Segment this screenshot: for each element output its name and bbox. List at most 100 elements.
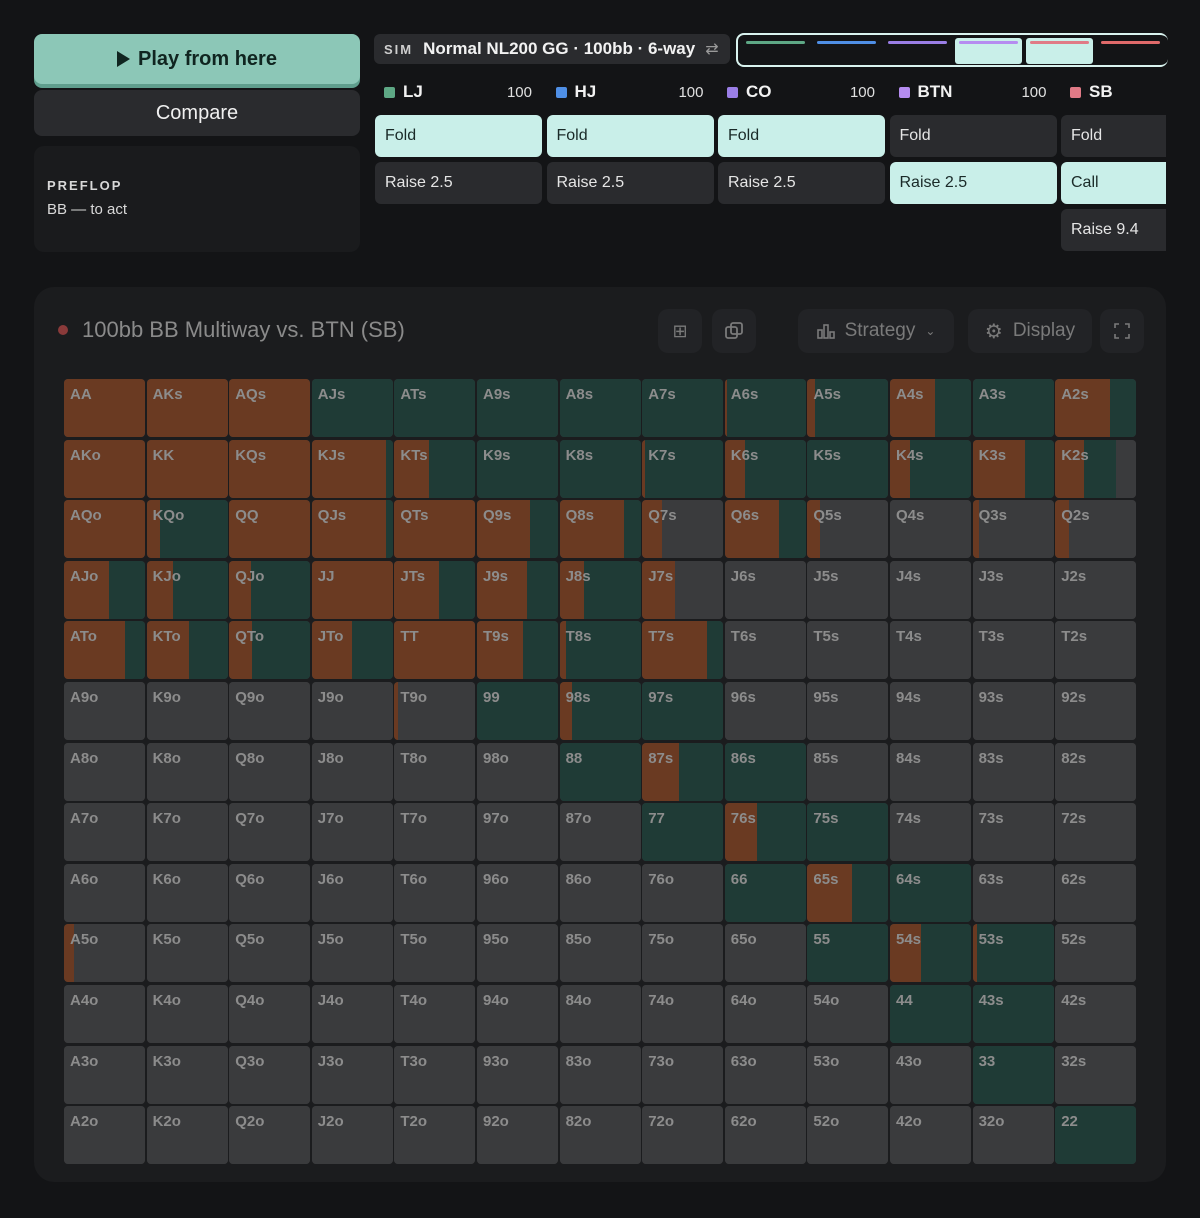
hand-cell[interactable]: 63s [972,863,1054,922]
hand-cell[interactable]: 76s [724,803,806,862]
hand-cell[interactable]: Q9s [477,500,558,559]
action-button[interactable]: Raise 2.5 [718,162,885,204]
copy-button[interactable] [712,309,756,353]
hand-cell[interactable]: 93s [972,682,1054,740]
hand-cell[interactable]: Q2o [229,1106,311,1165]
hand-cell[interactable]: 62s [1055,863,1137,922]
hand-cell[interactable]: T8o [394,742,476,801]
hand-cell[interactable]: AJo [64,560,145,619]
action-button[interactable]: Fold [375,115,542,157]
hand-cell[interactable]: J7o [311,803,393,862]
progress-segment[interactable] [742,38,809,64]
action-button[interactable]: Call [1061,162,1166,204]
hand-cell[interactable]: 85o [559,924,641,983]
action-button[interactable]: Fold [1061,115,1166,157]
hand-cell[interactable]: 94o [477,985,558,1043]
hand-cell[interactable]: 52s [1055,924,1137,983]
hand-cell[interactable]: 72s [1055,803,1137,862]
hand-cell[interactable]: 65o [724,924,806,983]
hand-cell[interactable]: 94s [890,682,971,740]
hand-cell[interactable]: 84s [890,742,971,801]
hand-cell[interactable]: Q6s [724,500,806,559]
hand-cell[interactable]: KK [146,439,228,498]
action-progress-bar[interactable] [736,33,1168,67]
hand-cell[interactable]: JTs [394,560,476,619]
action-button[interactable]: Fold [546,115,714,157]
hand-cell[interactable]: 92s [1055,682,1137,740]
hand-cell[interactable]: A3s [972,379,1054,437]
hand-cell[interactable]: J7s [642,560,724,619]
progress-segment[interactable] [884,38,951,64]
hand-cell[interactable]: 74s [890,803,971,862]
hand-cell[interactable]: T9s [477,621,558,680]
hand-cell[interactable]: Q3o [229,1045,311,1104]
hand-cell[interactable]: QQ [229,500,311,559]
hand-cell[interactable]: Q7o [229,803,311,862]
hand-cell[interactable]: 97o [477,803,558,862]
hand-cell[interactable]: A2s [1055,379,1137,437]
hand-cell[interactable]: J2o [311,1106,393,1165]
hand-cell[interactable]: 98o [477,742,558,801]
hand-cell[interactable]: 93o [477,1045,558,1104]
strategy-dropdown[interactable]: Strategy ⌄ [798,309,954,353]
hand-cell[interactable]: J8s [559,560,641,619]
action-button[interactable]: Raise 2.5 [889,162,1057,204]
hand-cell[interactable]: 99 [477,682,558,740]
hand-cell[interactable]: 83s [972,742,1054,801]
hand-cell[interactable]: J2s [1055,560,1137,619]
hand-cell[interactable]: 54s [890,924,971,983]
hand-cell[interactable]: K7o [146,803,228,862]
hand-cell[interactable]: 73o [642,1045,724,1104]
hand-cell[interactable]: 77 [642,803,724,862]
hand-cell[interactable]: J3s [972,560,1054,619]
hand-cell[interactable]: 64s [890,863,971,922]
hand-cell[interactable]: T6o [394,863,476,922]
hand-cell[interactable]: J5o [311,924,393,983]
progress-segment[interactable] [813,38,880,64]
hand-cell[interactable]: K8o [146,742,228,801]
hand-cell[interactable]: T2o [394,1106,476,1165]
hand-cell[interactable]: 64o [724,985,806,1043]
hand-cell[interactable]: 83o [559,1045,641,1104]
hand-cell[interactable]: AQo [64,500,145,559]
hand-cell[interactable]: KJs [311,439,393,498]
hand-cell[interactable]: J9o [311,682,393,740]
progress-segment[interactable] [955,38,1022,64]
hand-cell[interactable]: ATo [64,621,145,680]
hand-cell[interactable]: 72o [642,1106,724,1165]
hand-cell[interactable]: A8o [64,742,145,801]
hand-cell[interactable]: 97s [642,682,724,740]
hand-cell[interactable]: 98s [559,682,641,740]
hand-cell[interactable]: Q8o [229,742,311,801]
hand-cell[interactable]: 82s [1055,742,1137,801]
hand-cell[interactable]: KJo [146,560,228,619]
hand-cell[interactable]: K9o [146,682,228,740]
hand-cell[interactable]: 75o [642,924,724,983]
hand-cell[interactable]: A5o [64,924,145,983]
hand-cell[interactable]: K3s [972,439,1054,498]
hand-cell[interactable]: Q5o [229,924,311,983]
hand-cell[interactable]: T5s [807,621,889,680]
hand-cell[interactable]: AKs [146,379,228,437]
hand-cell[interactable]: 53s [972,924,1054,983]
hand-cell[interactable]: Q2s [1055,500,1137,559]
hand-cell[interactable]: J5s [807,560,889,619]
hand-cell[interactable]: A8s [559,379,641,437]
hand-cell[interactable]: K4s [890,439,971,498]
hand-cell[interactable]: 33 [972,1045,1054,1104]
hand-cell[interactable]: ATs [394,379,476,437]
hand-cell[interactable]: J4o [311,985,393,1043]
hand-cell[interactable]: T3s [972,621,1054,680]
hand-cell[interactable]: KTs [394,439,476,498]
hand-cell[interactable]: J8o [311,742,393,801]
hand-cell[interactable]: T5o [394,924,476,983]
hand-cell[interactable]: 74o [642,985,724,1043]
hand-cell[interactable]: JJ [311,560,393,619]
hand-cell[interactable]: 73s [972,803,1054,862]
hand-cell[interactable]: J6s [724,560,806,619]
hand-cell[interactable]: T7o [394,803,476,862]
hand-cell[interactable]: 52o [807,1106,889,1165]
hand-cell[interactable]: K9s [477,439,558,498]
hand-cell[interactable]: A6s [724,379,806,437]
hand-cell[interactable]: K6s [724,439,806,498]
